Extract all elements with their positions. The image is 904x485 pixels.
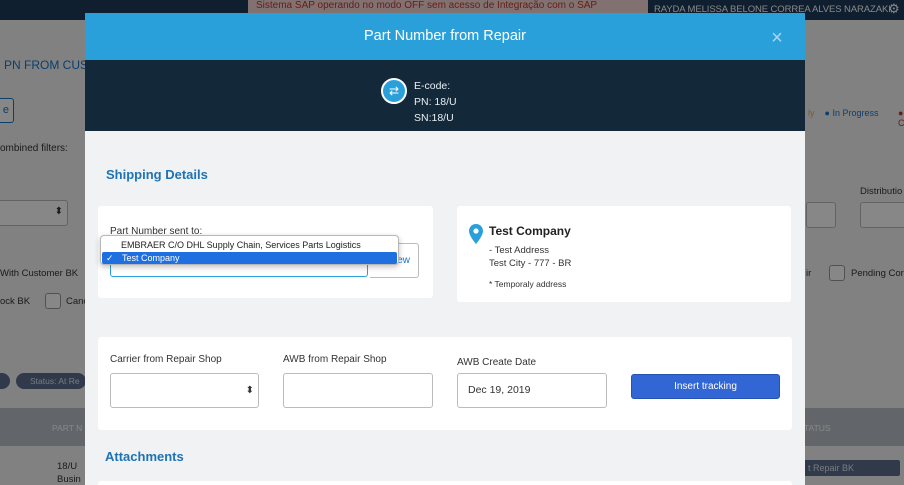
swap-icon: ⇄ <box>381 78 407 104</box>
dropdown-option-selected[interactable]: ✓ Test Company <box>102 252 397 264</box>
awb-input[interactable] <box>283 373 433 408</box>
awb-label: AWB from Repair Shop <box>283 354 387 365</box>
carrier-select[interactable] <box>110 373 259 408</box>
dropdown-option-label: Test Company <box>122 253 180 263</box>
shipping-details-title: Shipping Details <box>106 167 208 182</box>
dropdown-option-label: EMBRAER C/O DHL Supply Chain, Services P… <box>121 240 361 250</box>
ecode-label: E-code: <box>414 80 451 92</box>
location-pin-icon <box>469 224 483 244</box>
attachments-card <box>98 481 792 485</box>
checkmark-icon: ✓ <box>106 253 114 263</box>
close-icon[interactable]: × <box>769 13 785 63</box>
modal-title: Part Number from Repair <box>364 28 526 44</box>
attachments-title: Attachments <box>105 449 184 464</box>
insert-tracking-button[interactable]: Insert tracking <box>631 374 780 399</box>
awb-date-input[interactable]: Dec 19, 2019 <box>457 373 607 408</box>
awb-date-label: AWB Create Date <box>457 357 537 368</box>
modal-header: Part Number from Repair × <box>85 13 805 60</box>
dropdown-option[interactable]: EMBRAER C/O DHL Supply Chain, Services P… <box>101 239 398 251</box>
ecode-band: ⇄ E-code: PN: 18/U SN:18/U <box>85 60 805 131</box>
address-line-2: Test City - 777 - BR <box>489 258 572 269</box>
ecode-pn: PN: 18/U <box>414 96 457 108</box>
address-card: Test Company - Test Address Test City - … <box>457 206 791 302</box>
ecode-info: E-code: PN: 18/U SN:18/U <box>414 78 457 126</box>
address-note: * Temporaly address <box>489 279 567 289</box>
tracking-card: Carrier from Repair Shop AWB from Repair… <box>98 337 792 430</box>
part-number-dropdown: EMBRAER C/O DHL Supply Chain, Services P… <box>100 235 399 265</box>
ecode-sn: SN:18/U <box>414 112 454 124</box>
carrier-label: Carrier from Repair Shop <box>110 354 222 365</box>
address-company-name: Test Company <box>489 224 571 238</box>
address-line-1: - Test Address <box>489 245 550 256</box>
